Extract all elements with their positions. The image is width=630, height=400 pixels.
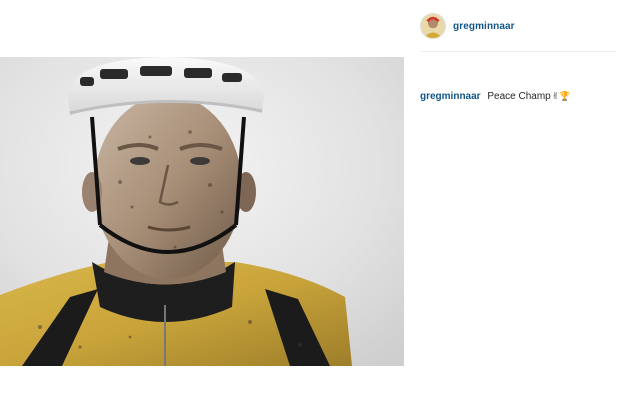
- username-link[interactable]: gregminnaar: [453, 21, 515, 32]
- post-photo[interactable]: [0, 57, 404, 366]
- avatar[interactable]: [420, 13, 446, 39]
- post-header: gregminnaar: [420, 12, 616, 40]
- cyclist-portrait-image: [0, 57, 404, 366]
- profile-photo-icon: [421, 14, 445, 38]
- caption-username-link[interactable]: gregminnaar: [420, 91, 481, 102]
- post-caption: gregminnaar Peace Champ✌🏆: [420, 91, 620, 102]
- header-divider: [420, 51, 616, 52]
- caption-emoji: ✌🏆: [551, 92, 571, 102]
- caption-text: Peace Champ: [487, 91, 551, 102]
